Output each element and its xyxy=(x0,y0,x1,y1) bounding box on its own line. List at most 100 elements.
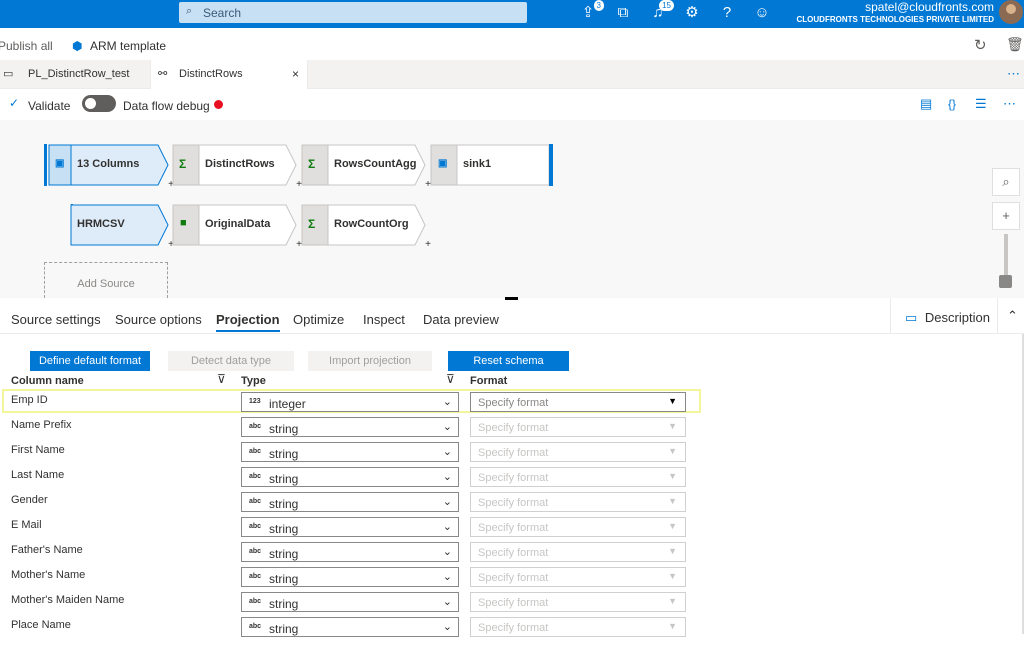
chevron-down-icon: ⌄ xyxy=(442,621,452,633)
arm-template-button[interactable]: ARM template xyxy=(90,39,166,53)
node-distinct-rows[interactable]: Σ DistinctRows + xyxy=(172,144,302,190)
type-dropdown[interactable]: abc string ⌄ xyxy=(241,467,459,487)
node-label: 13 Columns xyxy=(77,158,140,170)
tab-source-options[interactable]: Source options xyxy=(115,312,202,327)
type-dropdown[interactable]: abc string ⌄ xyxy=(241,567,459,587)
format-dropdown[interactable]: Specify format ▼ xyxy=(470,392,686,412)
directory-icon[interactable]: ⧉ xyxy=(613,4,633,22)
column-name: Emp ID xyxy=(11,394,48,406)
filter-icon[interactable]: ⊽ xyxy=(217,372,226,386)
more-icon[interactable]: ⋯ xyxy=(1007,66,1020,82)
avatar[interactable] xyxy=(999,0,1023,24)
chevron-down-icon: ⌄ xyxy=(442,596,452,608)
search-icon[interactable]: ⌕ xyxy=(992,168,1020,196)
format-dropdown: Specify format ▼ xyxy=(470,542,686,562)
chevron-up-icon[interactable]: ⌃ xyxy=(1007,308,1018,324)
caret-down-icon: ▼ xyxy=(668,471,677,481)
add-transform-icon[interactable]: + xyxy=(425,239,431,250)
validate-button[interactable]: Validate xyxy=(28,99,70,113)
type-dropdown[interactable]: abc string ⌄ xyxy=(241,542,459,562)
tab-pipeline[interactable]: ▭ PL_DistinctRow_test xyxy=(0,60,150,89)
string-type-icon: abc xyxy=(249,423,262,430)
chevron-down-icon: ⌄ xyxy=(442,396,452,408)
properties-icon[interactable]: ☰ xyxy=(975,96,987,112)
define-default-format-button[interactable]: Define default format xyxy=(30,351,150,371)
refresh-icon[interactable]: ↻ xyxy=(974,36,987,54)
filter-icon[interactable]: ⊽ xyxy=(446,372,455,386)
more-icon[interactable]: ⋯ xyxy=(1003,96,1016,112)
type-value: string xyxy=(269,622,299,636)
chevron-down-icon: ⌄ xyxy=(442,571,452,583)
top-bar: ⌕ Search ⇪ 3 ⧉ ♫ 15 ⚙ ? ☺ spatel@cloudfron… xyxy=(0,0,1024,28)
detect-data-type-button[interactable]: Detect data type xyxy=(168,351,294,371)
arm-template-icon: ⬢ xyxy=(72,39,83,53)
format-dropdown: Specify format ▼ xyxy=(470,417,686,437)
node-original-data[interactable]: ■ OriginalData + xyxy=(172,204,302,250)
tab-label: DistinctRows xyxy=(179,68,243,80)
reset-schema-button[interactable]: Reset schema xyxy=(448,351,569,371)
node-sink1[interactable]: ▣ sink1 xyxy=(430,144,554,186)
help-icon[interactable]: ? xyxy=(717,4,737,22)
description-button[interactable]: ▭ Description xyxy=(890,298,998,334)
dataflow-toolbar: ✓ Validate Data flow debug ▤ {} ☰ ⋯ xyxy=(0,90,1024,120)
format-dropdown: Specify format ▼ xyxy=(470,567,686,587)
type-dropdown[interactable]: 123 integer ⌄ xyxy=(241,392,459,412)
node-rows-count-agg[interactable]: Σ RowsCountAgg + xyxy=(301,144,431,190)
tab-inspect[interactable]: Inspect xyxy=(363,312,405,327)
column-name: Father's Name xyxy=(11,544,83,556)
tab-source-settings[interactable]: Source settings xyxy=(11,312,101,327)
tab-data-preview[interactable]: Data preview xyxy=(423,312,499,327)
column-name: Mother's Name xyxy=(11,569,86,581)
publish-all-button[interactable]: Publish all xyxy=(0,39,53,53)
gear-icon[interactable]: ⚙ xyxy=(682,4,702,22)
add-source-button[interactable]: Add Source xyxy=(44,262,168,298)
database-icon: ▣ xyxy=(55,158,65,169)
search-input[interactable]: ⌕ Search xyxy=(179,2,527,23)
script-icon[interactable]: ▤ xyxy=(920,96,932,112)
type-dropdown[interactable]: abc string ⌄ xyxy=(241,592,459,612)
type-value: string xyxy=(269,422,299,436)
format-placeholder: Specify format xyxy=(478,397,549,409)
node-source-hrmcsv[interactable]: HRMCSV + xyxy=(44,204,174,250)
type-dropdown[interactable]: abc string ⌄ xyxy=(241,442,459,462)
user-account[interactable]: spatel@cloudfronts.com CLOUDFRONTS TECHN… xyxy=(797,1,994,26)
zoom-in-icon[interactable]: + xyxy=(992,202,1020,230)
close-icon[interactable]: × xyxy=(292,67,299,81)
debug-toggle[interactable] xyxy=(82,95,116,112)
tab-optimize[interactable]: Optimize xyxy=(293,312,344,327)
string-type-icon: abc xyxy=(249,523,262,530)
column-name: Gender xyxy=(11,494,48,506)
pipeline-icon: ▭ xyxy=(3,68,14,80)
factory-toolbar: Publish all ⬢ ARM template ↻ 🗑 xyxy=(0,30,1024,60)
type-dropdown[interactable]: abc string ⌄ xyxy=(241,517,459,537)
zoom-slider-handle[interactable] xyxy=(999,275,1012,288)
org-name: CLOUDFRONTS TECHNOLOGIES PRIVATE LIMITED xyxy=(796,15,994,24)
check-icon: ✓ xyxy=(9,96,20,110)
search-placeholder: Search xyxy=(203,6,242,20)
notification-badge-2: 15 xyxy=(659,0,674,11)
database-icon: ▣ xyxy=(438,158,448,169)
feedback-person-icon[interactable]: ☺ xyxy=(752,4,772,22)
node-source-13-columns[interactable]: ▣ 13 Columns + xyxy=(44,144,174,190)
import-projection-button[interactable]: Import projection xyxy=(308,351,432,371)
caret-down-icon: ▼ xyxy=(668,396,677,406)
feedback-icon[interactable]: ⇪ 3 xyxy=(578,0,604,22)
dataflow-canvas[interactable]: ▣ 13 Columns + Σ DistinctRows + Σ RowsCo… xyxy=(0,120,1024,298)
notification-badge: 3 xyxy=(593,0,604,11)
discard-icon[interactable]: 🗑 xyxy=(1006,36,1024,53)
bell-icon[interactable]: ♫ 15 xyxy=(648,0,674,22)
node-row-count-org[interactable]: Σ RowCountOrg + xyxy=(301,204,431,250)
comment-icon: ▭ xyxy=(905,310,918,325)
type-dropdown[interactable]: abc string ⌄ xyxy=(241,417,459,437)
tab-dataflow[interactable]: ⚯ DistinctRows × xyxy=(150,60,308,89)
tab-projection[interactable]: Projection xyxy=(216,312,280,332)
caret-down-icon: ▼ xyxy=(668,596,677,606)
debug-status-dot xyxy=(214,100,223,109)
node-label: OriginalData xyxy=(205,218,271,230)
type-dropdown[interactable]: abc string ⌄ xyxy=(241,617,459,637)
type-header: Type xyxy=(241,375,266,387)
code-icon[interactable]: {} xyxy=(948,97,956,111)
chevron-down-icon: ⌄ xyxy=(442,471,452,483)
type-dropdown[interactable]: abc string ⌄ xyxy=(241,492,459,512)
column-name: Mother's Maiden Name xyxy=(11,594,125,606)
